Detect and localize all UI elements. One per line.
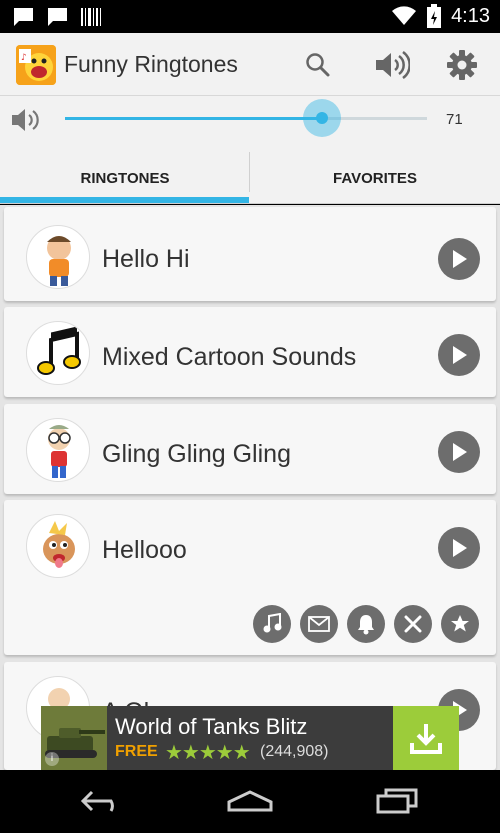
list-item-expanded[interactable]: Hellooo <box>4 500 496 655</box>
set-ringtone-button[interactable] <box>253 605 291 643</box>
ad-banner[interactable]: i World of Tanks Blitz FREE ★★★★★ (244,9… <box>41 706 459 770</box>
star-icon <box>451 615 469 632</box>
speaker-icon <box>376 51 410 79</box>
list-item[interactable]: Mixed Cartoon Sounds <box>4 307 496 397</box>
ringtone-list[interactable]: Hello Hi Mixed Cartoon Sounds Gling Glin… <box>0 205 500 770</box>
battery-icon <box>427 4 442 28</box>
back-button[interactable] <box>78 786 128 816</box>
home-button[interactable] <box>225 786 275 816</box>
bell-icon <box>358 615 374 635</box>
delete-button[interactable] <box>394 605 432 643</box>
chat-notification-icon <box>13 8 33 26</box>
ad-info-icon[interactable]: i <box>45 752 59 766</box>
action-bar: ♪ Funny Ringtones <box>0 33 500 96</box>
ad-download-button[interactable] <box>393 706 459 770</box>
play-button[interactable] <box>438 238 480 280</box>
volume-value: 71 <box>446 111 463 128</box>
ad-price: FREE <box>115 743 158 760</box>
barcode-notification-icon <box>81 8 101 26</box>
avatar <box>26 225 90 289</box>
favorite-button[interactable] <box>441 605 479 643</box>
volume-slider-thumb[interactable] <box>316 112 329 124</box>
ad-title: World of Tanks Blitz <box>115 714 308 739</box>
app-logo: ♪ <box>16 45 56 85</box>
recent-apps-button[interactable] <box>372 786 422 816</box>
set-notification-button[interactable] <box>347 605 385 643</box>
message-icon <box>308 616 330 632</box>
play-button[interactable] <box>438 334 480 376</box>
play-icon <box>453 346 467 364</box>
avatar <box>26 321 90 385</box>
back-icon <box>80 790 114 812</box>
ringtone-title: Hellooo <box>102 536 187 564</box>
app-title: Funny Ringtones <box>64 51 238 77</box>
volume-bar <box>0 96 500 152</box>
music-note-icon <box>263 613 282 633</box>
gear-icon <box>447 50 477 80</box>
message-notification-icon <box>47 8 67 26</box>
ringtone-title: Hello Hi <box>102 245 190 273</box>
ad-rating-stars: ★★★★★ <box>165 742 251 764</box>
recent-apps-icon <box>376 788 418 814</box>
wifi-icon <box>392 6 417 25</box>
list-item[interactable]: Hello Hi <box>4 207 496 301</box>
play-button[interactable] <box>438 431 480 473</box>
close-icon <box>404 615 422 633</box>
home-icon <box>227 790 273 812</box>
play-icon <box>453 250 467 268</box>
ringtone-title: Mixed Cartoon Sounds <box>102 343 357 371</box>
volume-slider[interactable] <box>65 99 427 137</box>
settings-button[interactable] <box>444 47 480 83</box>
status-bar: 4:13 <box>0 0 500 33</box>
volume-slider-fill <box>65 117 323 120</box>
list-item[interactable]: Gling Gling Gling <box>4 404 496 494</box>
play-icon <box>453 443 467 461</box>
navigation-bar <box>0 770 500 833</box>
avatar <box>26 514 90 578</box>
search-button[interactable] <box>300 47 336 83</box>
play-icon <box>453 539 467 557</box>
ad-rating-count: (244,908) <box>260 743 329 760</box>
play-button[interactable] <box>438 527 480 569</box>
download-icon <box>410 724 442 754</box>
clock: 4:13 <box>451 4 490 27</box>
volume-icon <box>12 109 39 131</box>
svg-text:♪: ♪ <box>21 53 27 63</box>
tab-indicator <box>0 197 249 203</box>
avatar <box>26 418 90 482</box>
tab-favorites[interactable]: FAVORITES <box>250 152 500 204</box>
search-icon <box>306 53 330 77</box>
ringtone-title: Gling Gling Gling <box>102 440 291 468</box>
set-message-tone-button[interactable] <box>300 605 338 643</box>
volume-button[interactable] <box>374 47 410 83</box>
